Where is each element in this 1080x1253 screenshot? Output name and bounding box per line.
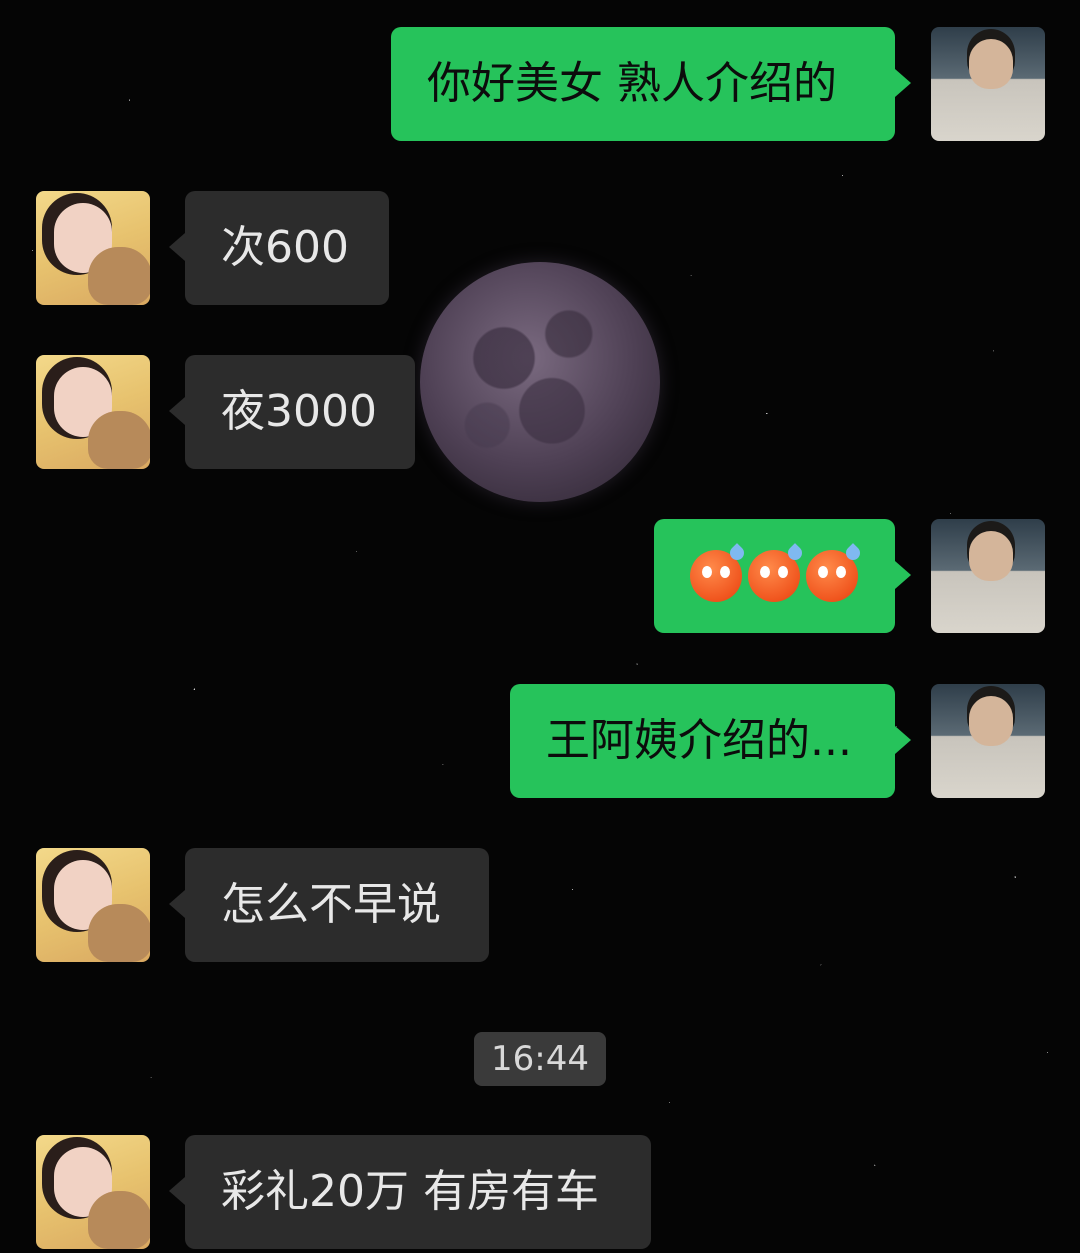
self-avatar[interactable] <box>931 519 1045 633</box>
message-bubble[interactable]: 彩礼20万 有房有车 <box>169 1135 651 1249</box>
contact-avatar[interactable] <box>36 191 150 305</box>
anxious-sweat-face-icon <box>690 550 742 602</box>
self-avatar[interactable] <box>931 684 1045 798</box>
message-bubble[interactable] <box>654 519 911 633</box>
message-timestamp: 16:44 <box>474 1032 606 1086</box>
moon-image <box>420 262 660 502</box>
contact-avatar[interactable] <box>36 355 150 469</box>
message-text: 你好美女 熟人介绍的 <box>427 58 837 109</box>
contact-avatar[interactable] <box>36 848 150 962</box>
message-bubble[interactable]: 次600 <box>169 191 389 305</box>
message-bubble[interactable]: 怎么不早说 <box>169 848 489 962</box>
anxious-sweat-face-icon <box>806 550 858 602</box>
emoji-row <box>690 550 858 602</box>
message-text: 怎么不早说 <box>221 879 441 930</box>
message-text: 夜3000 <box>221 386 377 437</box>
message-text: 彩礼20万 有房有车 <box>221 1166 599 1217</box>
self-avatar[interactable] <box>931 27 1045 141</box>
message-bubble[interactable]: 王阿姨介绍的... <box>510 684 911 798</box>
message-text: 次600 <box>221 222 349 273</box>
message-text: 王阿姨介绍的... <box>546 715 852 766</box>
anxious-sweat-face-icon <box>748 550 800 602</box>
message-bubble[interactable]: 你好美女 熟人介绍的 <box>391 27 911 141</box>
contact-avatar[interactable] <box>36 1135 150 1249</box>
message-bubble[interactable]: 夜3000 <box>169 355 415 469</box>
